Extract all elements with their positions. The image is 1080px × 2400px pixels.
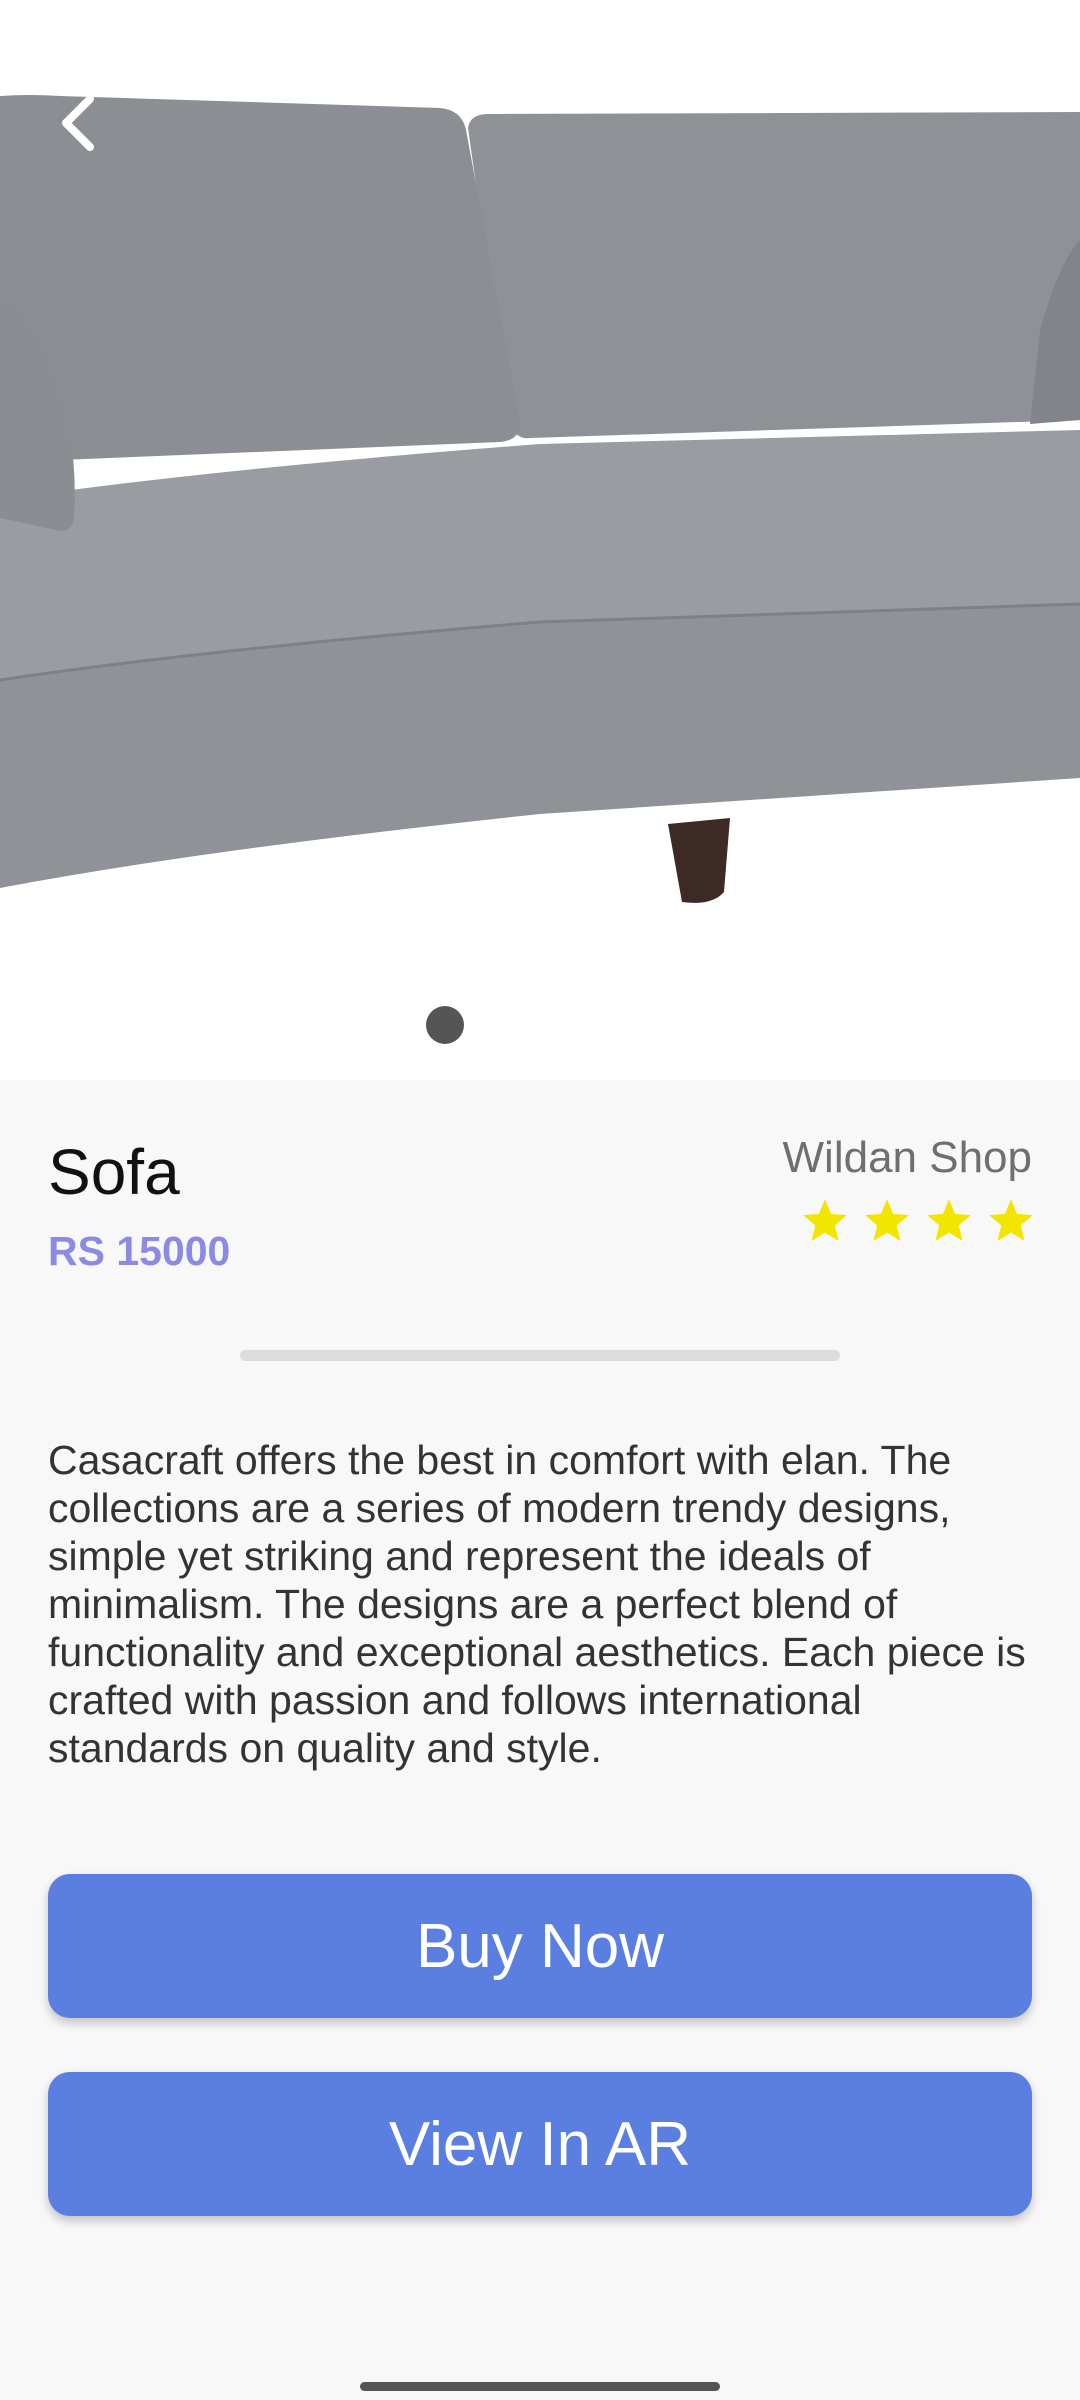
rating-stars bbox=[800, 1196, 1036, 1246]
gallery-page-indicator[interactable] bbox=[426, 1006, 464, 1044]
product-price: RS 15000 bbox=[48, 1228, 231, 1274]
star-icon bbox=[803, 1199, 847, 1241]
star-icon bbox=[989, 1199, 1033, 1241]
back-button[interactable] bbox=[48, 88, 108, 158]
star-icon bbox=[927, 1199, 971, 1241]
product-description: Casacraft offers the best in comfort wit… bbox=[48, 1437, 1026, 1771]
product-title: Sofa bbox=[48, 1136, 180, 1208]
star-icon bbox=[865, 1199, 909, 1241]
shop-name[interactable]: Wildan Shop bbox=[783, 1130, 1032, 1186]
chevron-left-icon bbox=[62, 95, 94, 151]
home-indicator[interactable] bbox=[360, 2382, 720, 2391]
product-image-gallery[interactable] bbox=[0, 0, 1080, 1080]
sofa-image bbox=[0, 95, 1080, 903]
buy-now-button[interactable]: Buy Now bbox=[48, 1874, 1032, 2018]
section-divider bbox=[240, 1350, 840, 1361]
view-in-ar-button[interactable]: View In AR bbox=[48, 2072, 1032, 2216]
